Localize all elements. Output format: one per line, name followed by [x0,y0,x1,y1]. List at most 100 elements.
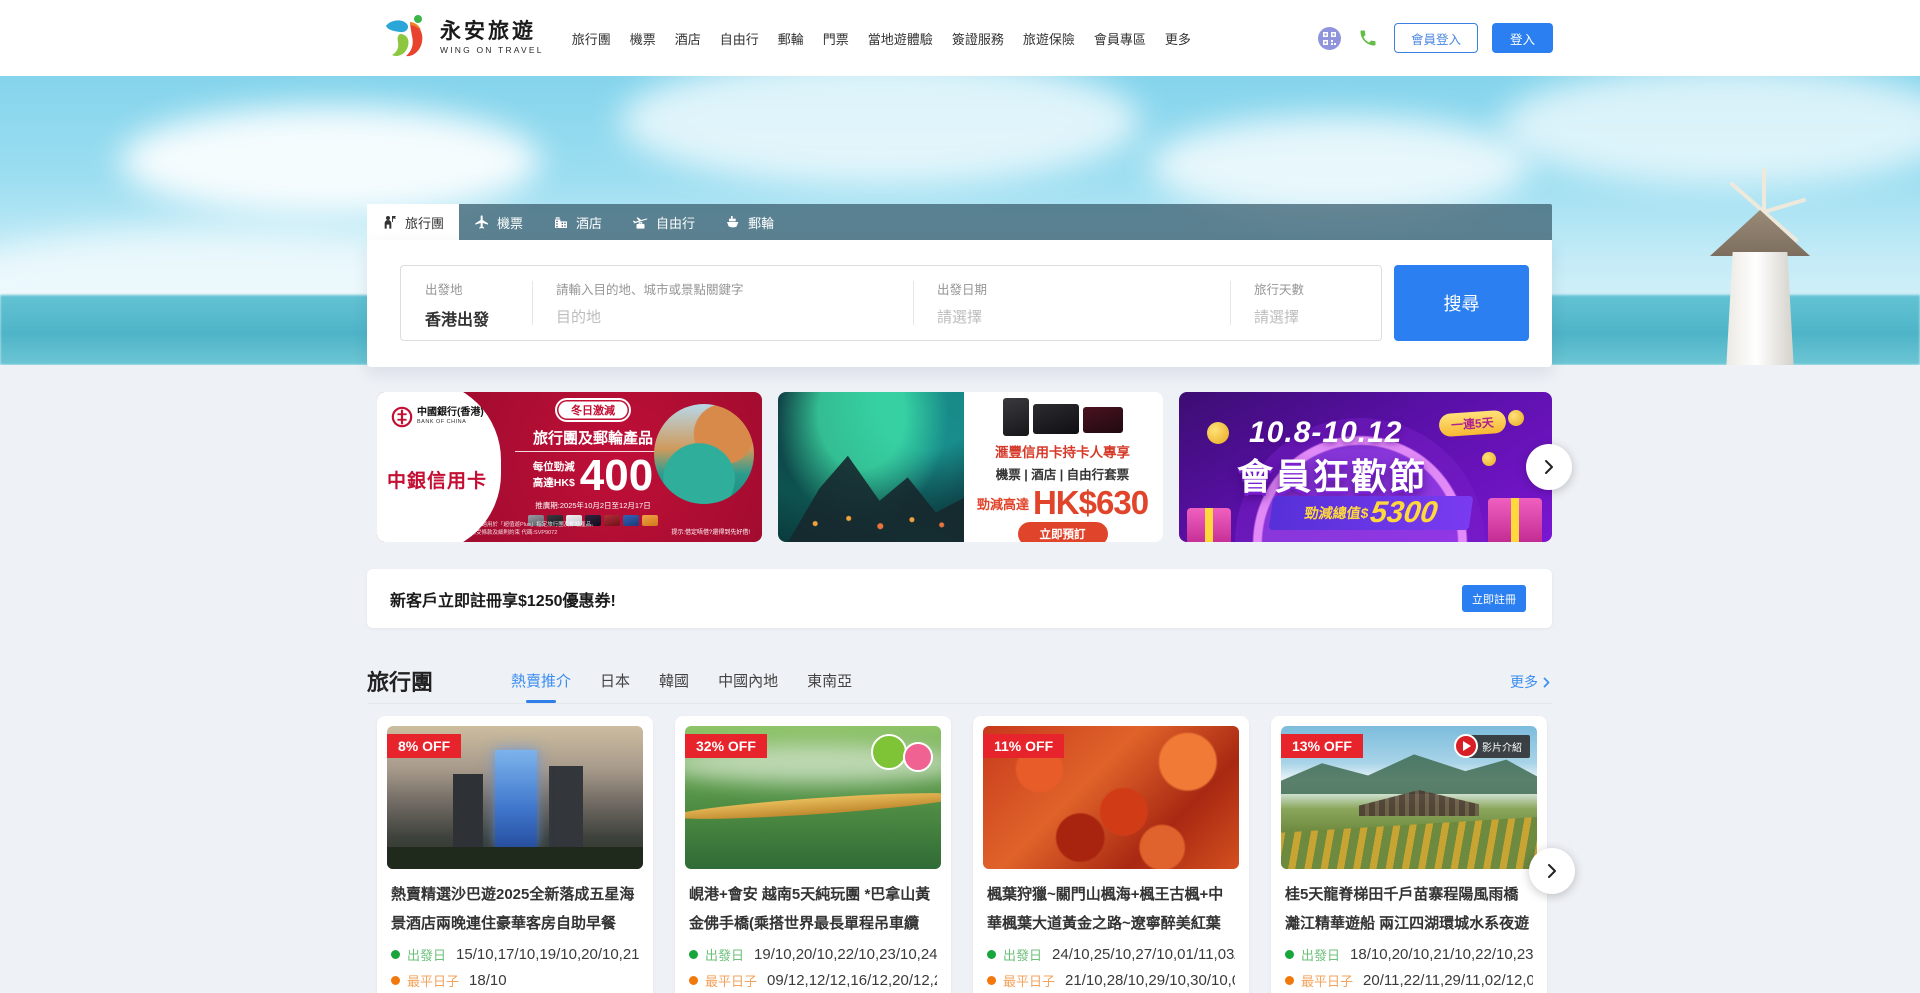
depart-date-label: 出發日期 [937,279,1230,298]
tab-japan[interactable]: 日本 [600,658,630,703]
member-login-button[interactable]: 會員登入 [1394,23,1478,53]
aurora-photo [778,392,964,542]
video-badge[interactable]: 影片介紹 [1454,734,1530,758]
products-section-header: 旅行團 熱賣推介 日本 韓國 中國內地 東南亞 更多 [367,658,1552,704]
nav-item-flights[interactable]: 機票 [630,29,656,48]
trip-days-field[interactable]: 旅行天數 請選擇 [1230,266,1381,340]
hsbc-book-now-button[interactable]: 立即預訂 [1018,522,1108,542]
boc-offer: 冬日激減 旅行團及郵輪產品 每位勁減 高達HK$ 400 推廣期:2025年10… [515,400,671,526]
boc-lending-warning: 提示:借定唔借?還得到先好借! [671,527,750,536]
boc-offer-title: 旅行團及郵輪產品 [515,427,671,452]
coin-decoration [1508,410,1524,426]
boc-brand-cn: 中國銀行(香港) [417,408,484,418]
banner-next-arrow[interactable] [1526,444,1572,490]
tour-card[interactable]: 13% OFF 影片介紹 桂5天龍脊梯田千戶苗寨程陽風雨橋灕江精華遊船 兩江四湖… [1271,716,1547,993]
windmill-photo [1700,194,1820,365]
tour-card-title: 楓葉狩獵~關門山楓海+楓王古楓+中華楓葉大道黃金之路~遼寧醉美紅葉秘境深度遊 瀋… [987,880,1235,938]
cheapest-dates-row: 最平日子 18/10 [391,971,639,990]
nav-item-hotels[interactable]: 酒店 [675,29,701,48]
carnival-ribbon: 勁減總值$ 5300 [1269,496,1474,530]
orange-dot-icon [1285,976,1294,985]
origin-label: 出發地 [425,279,532,298]
cheapest-dates-row: 最平日子 21/10,28/10,29/10,30/10,07/11… [987,971,1235,990]
page: 永安旅遊 WING ON TRAVEL 旅行團 機票 酒店 自由行 郵輪 門票 … [0,0,1920,993]
green-dot-icon [689,950,698,959]
destination-field[interactable]: 請輸入目的地、城市或景點關鍵字 目的地 [532,266,913,340]
green-dot-icon [1285,950,1294,959]
cloud-decoration [1500,76,1920,186]
nav-item-visa[interactable]: 簽證服務 [952,29,1004,48]
nav-item-tours[interactable]: 旅行團 [572,29,611,48]
green-dot-icon [391,950,400,959]
search-button[interactable]: 搜尋 [1394,265,1529,341]
search-tab-tours[interactable]: 旅行團 [367,204,459,240]
cloud-decoration [1150,116,1530,216]
trip-days-label: 旅行天數 [1254,279,1381,298]
tab-southeast-asia[interactable]: 東南亞 [807,658,852,703]
wing-on-logo-icon [380,12,432,64]
boc-period: 推廣期:2025年10月2日至12月17日 [515,500,671,511]
qr-code-icon[interactable] [1318,26,1342,50]
header-actions: 會員登入 登入 [1318,0,1553,76]
cards-next-arrow[interactable] [1529,848,1575,894]
depart-date-field[interactable]: 出發日期 請選擇 [913,266,1230,340]
carnival-amount: 5300 [1368,498,1439,528]
tour-card-title: 熱賣精選沙巴遊2025全新落成五星海景酒店兩晚連住豪華客房自助早餐+觀光團 送機… [391,880,639,938]
search-tab-flights[interactable]: 機票 [459,204,538,240]
search-tab-cruises[interactable]: 郵輪 [710,204,789,240]
hsbc-amount: HK$630 [1033,484,1148,522]
tour-card[interactable]: 11% OFF 楓葉狩獵~關門山楓海+楓王古楓+中華楓葉大道黃金之路~遼寧醉美紅… [973,716,1249,993]
departure-dates-row: 出發日 24/10,25/10,27/10,01/11,03/11,… [987,945,1235,964]
nav-item-cruises[interactable]: 郵輪 [778,29,804,48]
cloud-decoration [620,76,1140,186]
origin-field[interactable]: 出發地 香港出發 [401,266,532,340]
departure-dates-row: 出發日 18/10,20/10,21/10,22/10,23/10,… [1285,945,1533,964]
nav-item-tickets[interactable]: 門票 [823,29,849,48]
main-nav: 旅行團 機票 酒店 自由行 郵輪 門票 當地遊體驗 簽證服務 旅遊保險 會員專區… [572,29,1191,48]
more-link[interactable]: 更多 [1510,672,1552,692]
nav-item-membership[interactable]: 會員專區 [1094,29,1146,48]
search-module: 旅行團 機票 酒店 [367,204,1552,367]
promo-register-button[interactable]: 立即註冊 [1462,585,1526,612]
tab-mainland-china[interactable]: 中國內地 [718,658,778,703]
boc-amount: 400 [580,454,653,498]
discount-badge: 13% OFF [1281,734,1363,758]
boc-badge: 冬日激減 [557,400,629,420]
search-tab-label: 旅行團 [405,213,444,232]
hsbc-products: 機票 | 酒店 | 自由行套票 [972,464,1153,483]
orange-dot-icon [689,976,698,985]
tab-korea[interactable]: 韓國 [659,658,689,703]
hsbc-card-images [972,398,1153,436]
banner-member-carnival[interactable]: 10.8-10.12 一連5天 會員狂歡節 勁減總值$ 5300 [1179,392,1552,542]
banner-boc-credit-card[interactable]: 中國銀行(香港) BANK OF CHINA 中銀信用卡 冬日激減 旅行團及郵輪… [377,392,762,542]
tab-hot-picks[interactable]: 熱賣推介 [511,658,571,703]
gift-box-decoration [1187,508,1231,542]
green-dot-icon [987,950,996,959]
logo[interactable]: 永安旅遊 WING ON TRAVEL [380,12,544,64]
login-button[interactable]: 登入 [1492,23,1553,53]
search-tab-hotels[interactable]: 酒店 [538,204,617,240]
nav-item-more[interactable]: 更多 [1165,29,1191,48]
search-tab-packages[interactable]: 自由行 [617,204,710,240]
logo-title: 永安旅遊 [440,21,544,42]
logo-subtitle: WING ON TRAVEL [440,46,544,55]
discount-badge: 32% OFF [685,734,767,758]
banner-hsbc-credit-card[interactable]: 滙豐信用卡持卡人專享 機票 | 酒店 | 自由行套票 勁減高達 HK$630 立… [778,392,1163,542]
nav-item-packages[interactable]: 自由行 [720,29,759,48]
nav-item-insurance[interactable]: 旅遊保險 [1023,29,1075,48]
plane-icon [474,214,490,230]
search-tab-label: 機票 [497,213,523,232]
cruise-ship-icon [725,214,741,230]
boc-fine-print: 優惠只適用於「超值遊Plus」指定旅行團及郵輪產品。 優惠受條款及細則約束 代碼… [465,521,597,538]
depart-date-placeholder: 請選擇 [937,306,1230,327]
products-section-title: 旅行團 [367,665,433,697]
banner-carousel: 中國銀行(香港) BANK OF CHINA 中銀信用卡 冬日激減 旅行團及郵輪… [377,392,1551,542]
tour-card-image: 11% OFF [983,726,1239,869]
tour-card[interactable]: 8% OFF 熱賣精選沙巴遊2025全新落成五星海景酒店兩晚連住豪華客房自助早餐… [377,716,653,993]
tour-card[interactable]: 32% OFF 峴港+會安 越南5天純玩團 *巴拿山黃金佛手橋(乘搭世界最長單程… [675,716,951,993]
discount-badge: 11% OFF [983,734,1064,758]
nav-item-local-experience[interactable]: 當地遊體驗 [868,29,933,48]
boc-offer-sub: 每位勁減 高達HK$ [533,460,575,492]
phone-icon[interactable] [1356,26,1380,50]
bank-of-china-logo: 中國銀行(香港) BANK OF CHINA [391,406,484,428]
